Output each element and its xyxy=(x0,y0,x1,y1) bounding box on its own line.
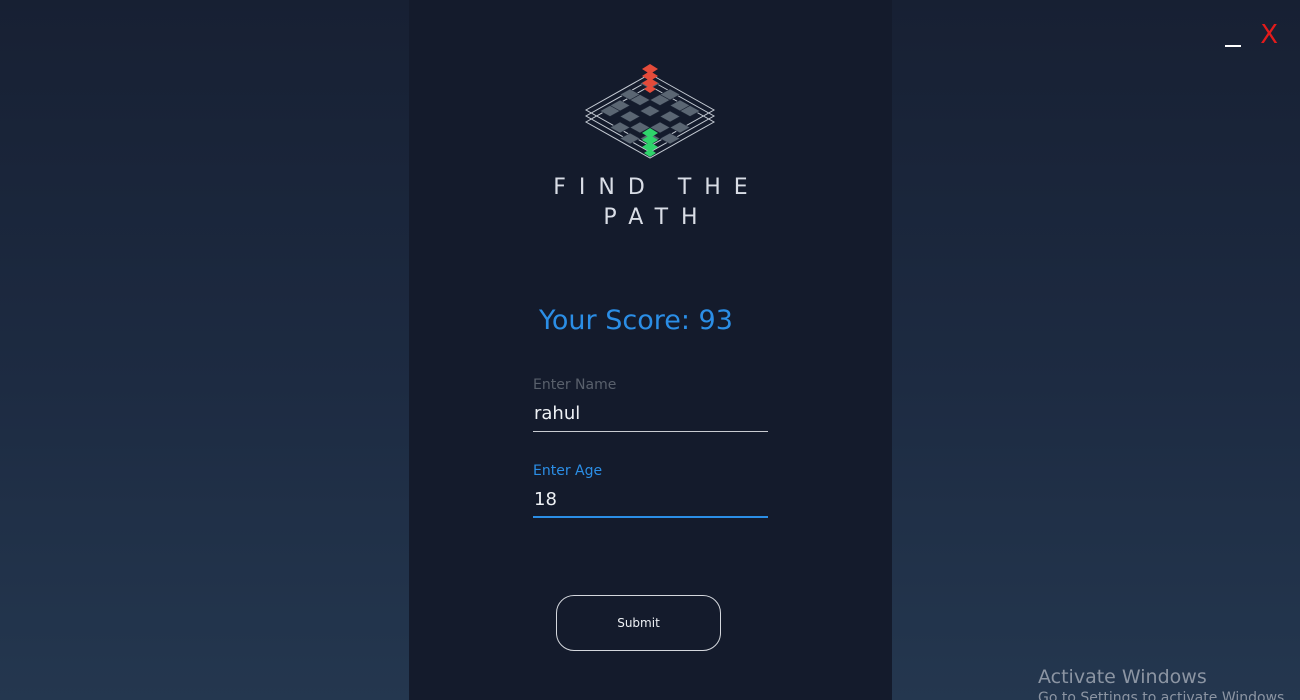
age-input[interactable] xyxy=(533,489,768,518)
window-controls: X xyxy=(1224,22,1278,48)
isometric-maze-logo-icon xyxy=(584,64,716,159)
age-field: Enter Age xyxy=(533,463,768,518)
age-label: Enter Age xyxy=(533,463,603,479)
app-title-line2: PATH xyxy=(603,205,711,230)
name-input[interactable] xyxy=(533,403,768,432)
name-label: Enter Name xyxy=(533,377,617,393)
main-panel: FIND THE PATH Your Score: 93 Enter Name … xyxy=(409,0,892,700)
watermark-title: Activate Windows xyxy=(1038,666,1207,688)
minimize-button[interactable] xyxy=(1224,23,1242,47)
activation-watermark: Activate Windows Go to Settings to activ… xyxy=(1038,665,1289,700)
submit-button[interactable]: Submit xyxy=(556,595,721,651)
app-title-line1: FIND THE xyxy=(553,175,761,200)
close-button[interactable]: X xyxy=(1260,22,1278,48)
name-field: Enter Name xyxy=(533,377,768,432)
watermark-subtitle: Go to Settings to activate Windows. xyxy=(1038,690,1289,700)
score-text: Your Score: 93 xyxy=(539,305,733,336)
